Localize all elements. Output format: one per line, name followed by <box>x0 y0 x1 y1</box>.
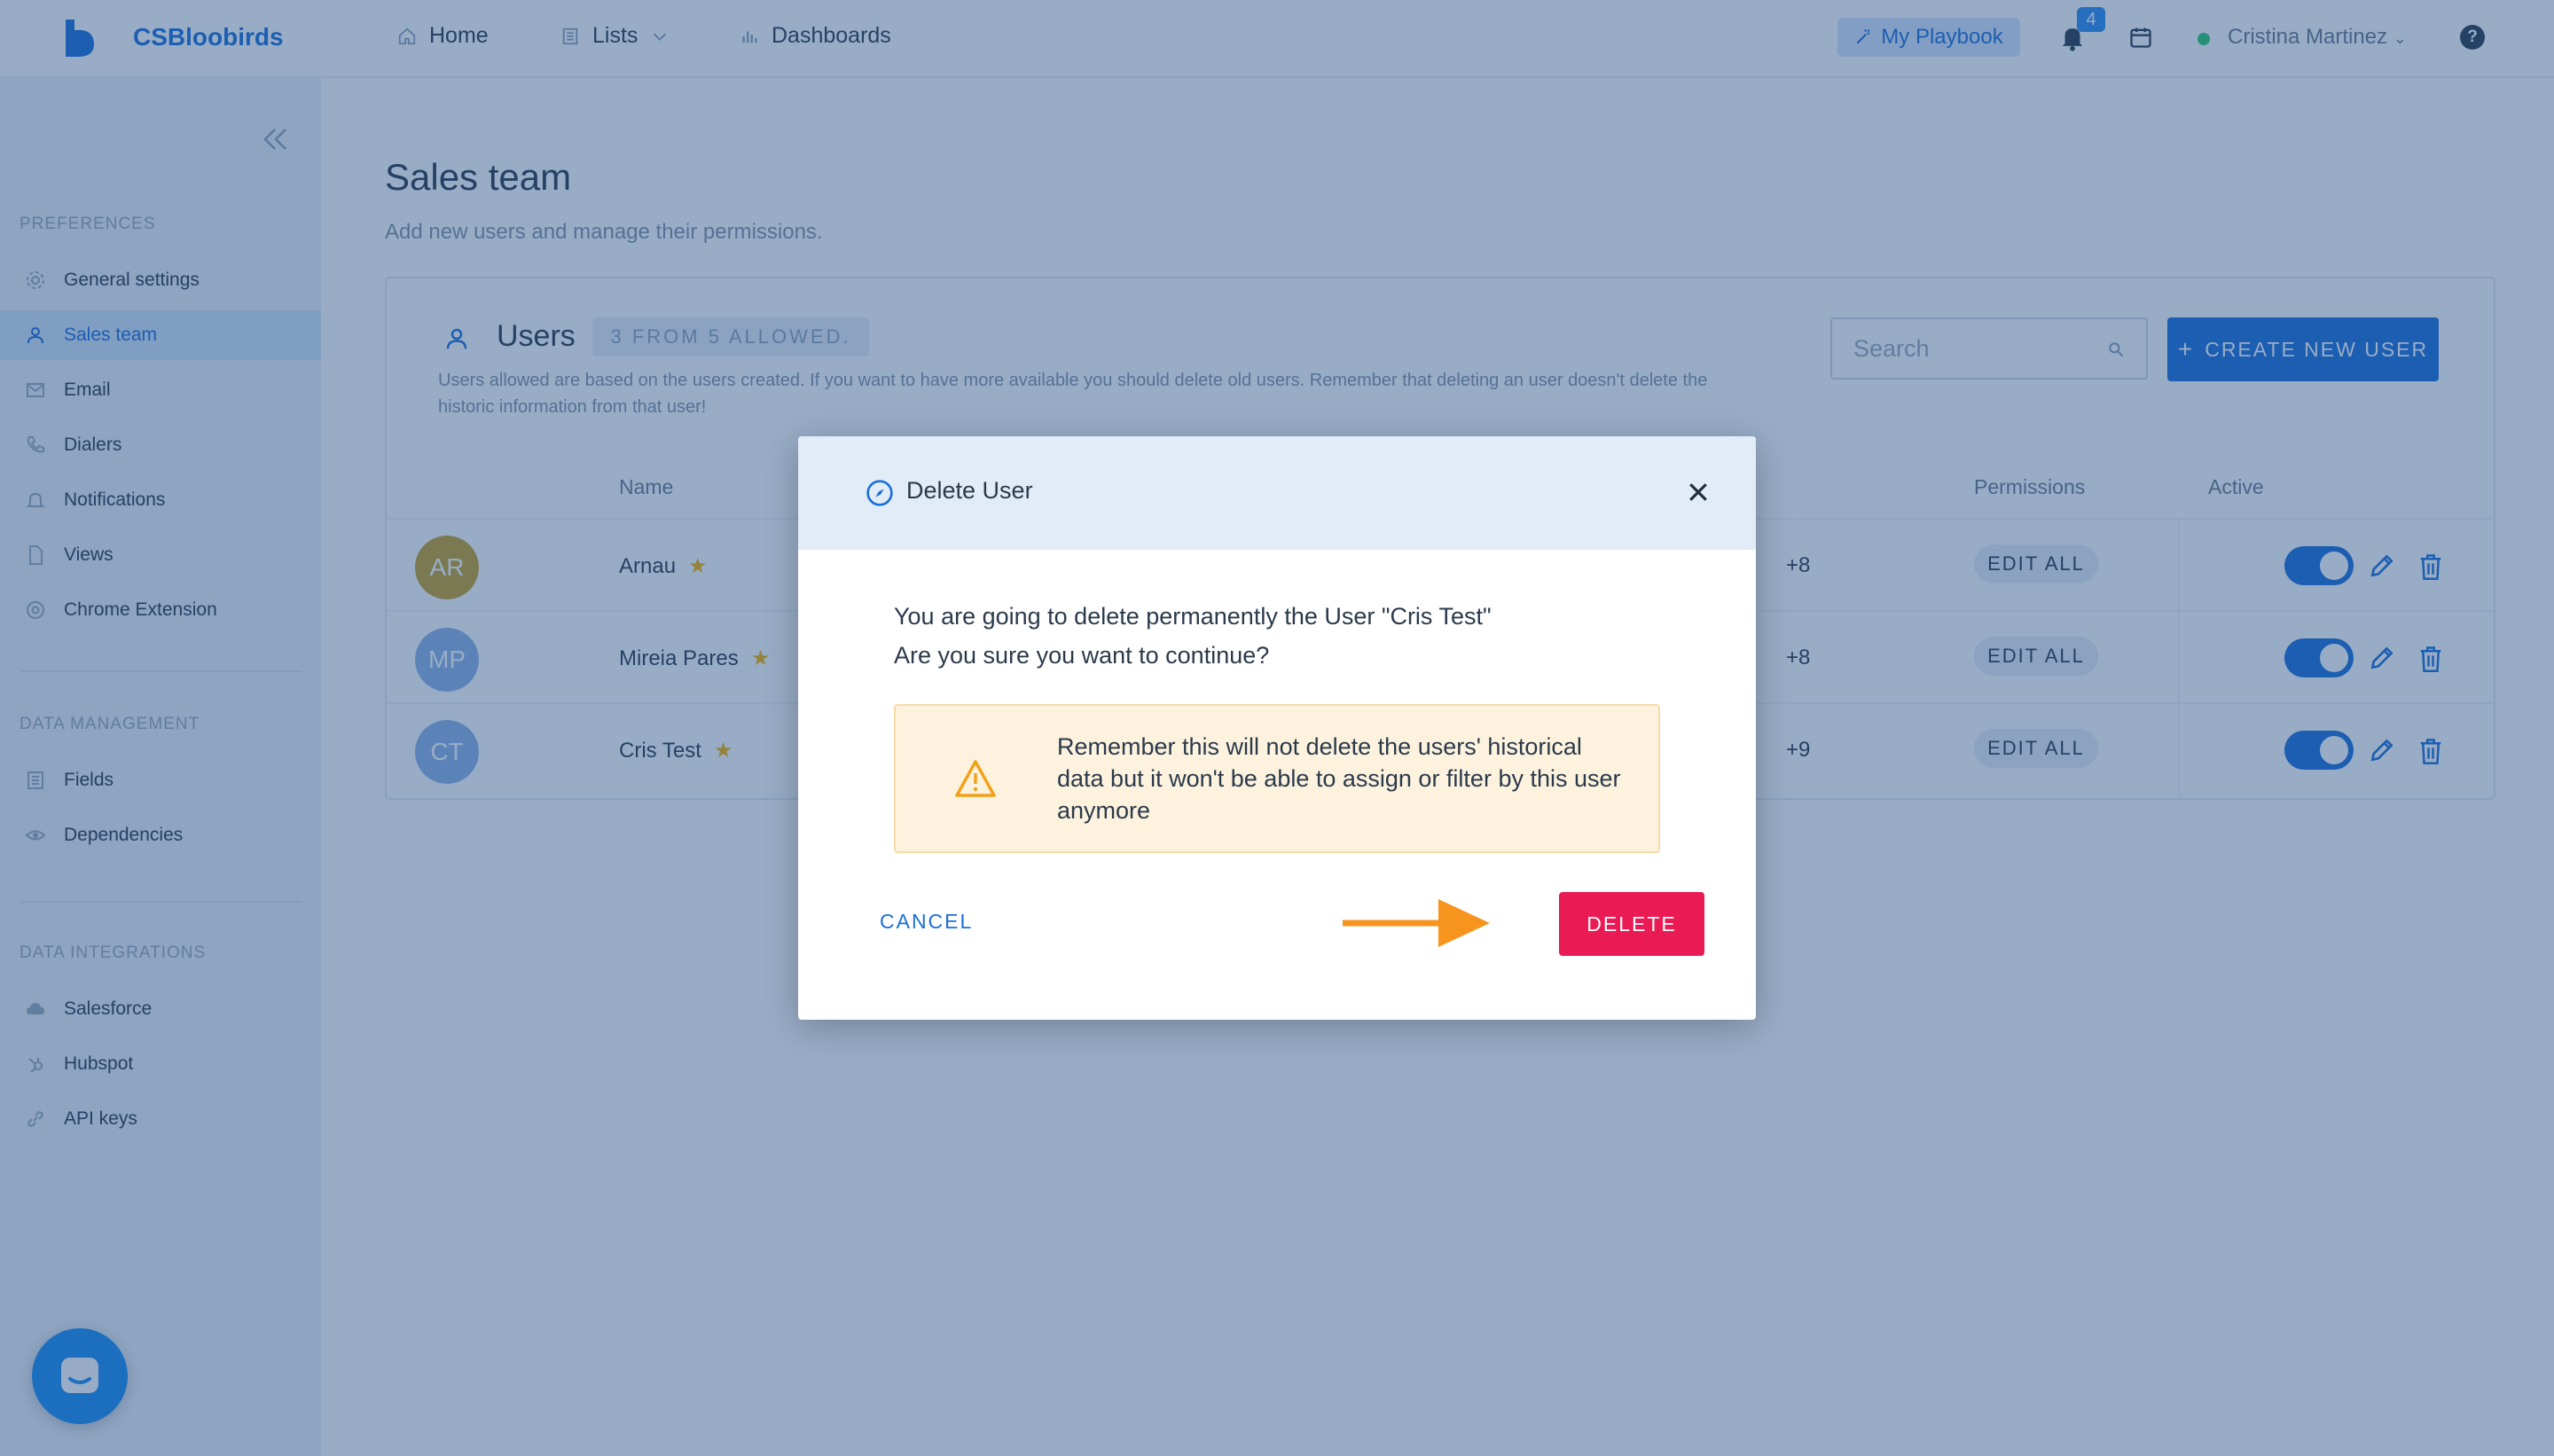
compass-icon <box>866 480 893 506</box>
warning-box: Remember this will not delete the users'… <box>894 704 1660 853</box>
warning-text: Remember this will not delete the users'… <box>1057 733 1621 824</box>
cancel-button[interactable]: CANCEL <box>880 910 973 934</box>
arrow-annotation-icon <box>1343 899 1490 947</box>
dialog-header: Delete User <box>798 436 1756 550</box>
dialog-message: You are going to delete permanently the … <box>894 603 1492 630</box>
dialog-title: Delete User <box>906 477 1033 504</box>
warning-icon <box>955 760 996 797</box>
close-icon[interactable] <box>1685 479 1712 505</box>
delete-button[interactable]: DELETE <box>1559 892 1704 956</box>
dialog-question: Are you sure you want to continue? <box>894 642 1270 669</box>
delete-user-dialog: Delete User You are going to delete perm… <box>798 436 1756 1020</box>
